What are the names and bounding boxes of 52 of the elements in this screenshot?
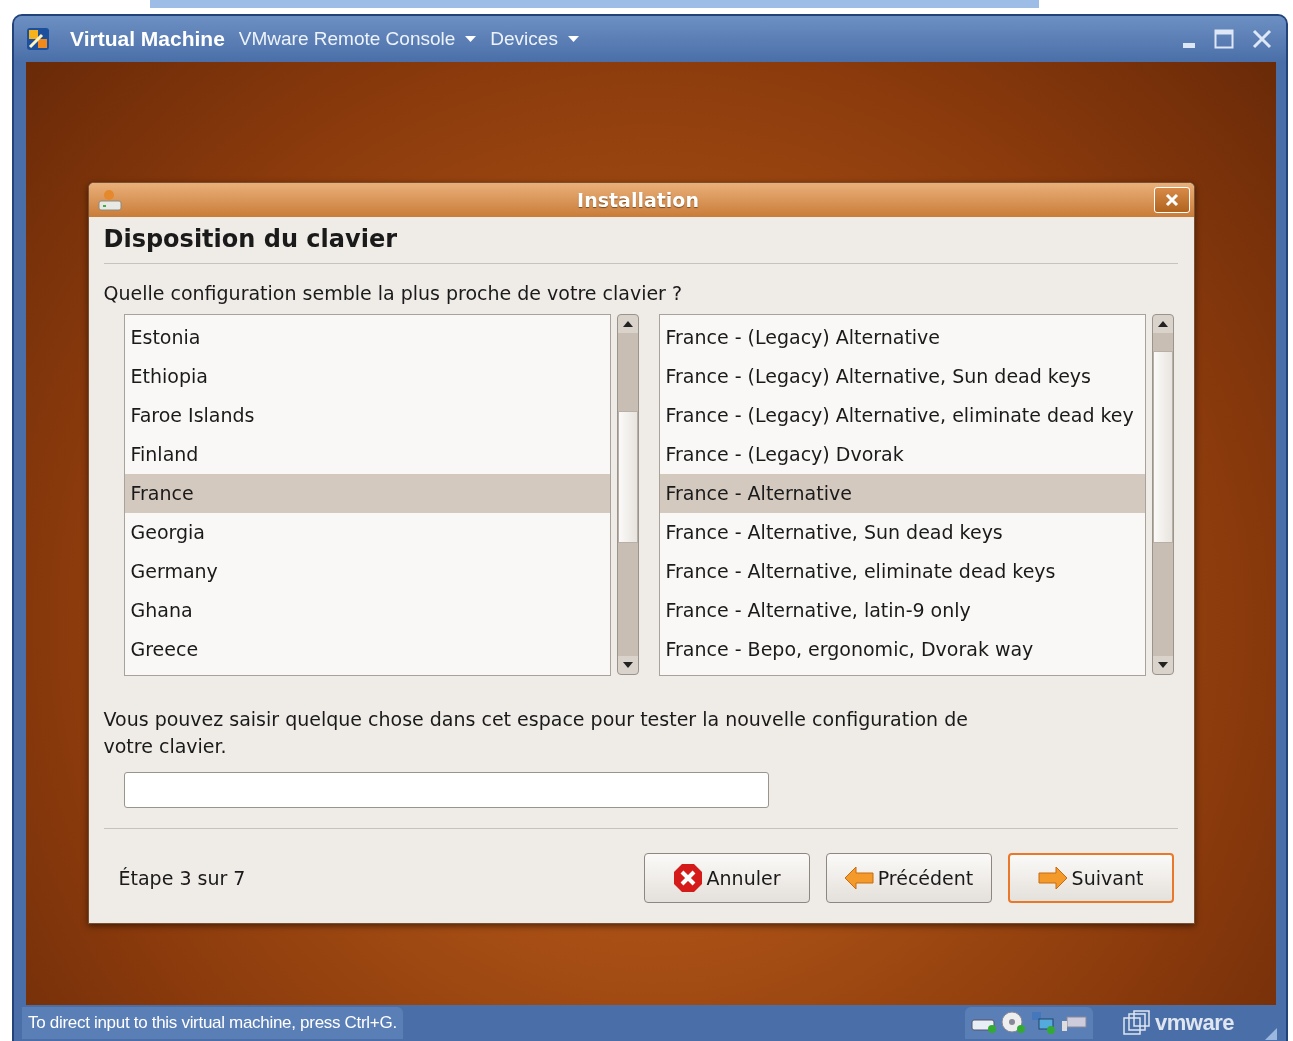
window-title: Virtual Machine xyxy=(70,27,225,51)
dialog-button[interactable]: Suivant xyxy=(1007,853,1174,903)
list-item[interactable]: France - Alternative, eliminate dead keys xyxy=(659,552,1145,591)
caret-icon xyxy=(465,35,477,43)
menu-button[interactable]: VMware Remote Console xyxy=(238,28,477,50)
cd-icon[interactable] xyxy=(1001,1011,1028,1035)
list-item[interactable]: Ethiopia xyxy=(124,357,610,396)
test-prompt-text: Vous pouvez saisir quelque chose dans cet espace pour tester la nouvelle configuration de votre clavier. xyxy=(103,707,969,759)
menu-button[interactable]: Devices xyxy=(490,28,579,50)
scroll-thumb[interactable] xyxy=(617,411,638,543)
vmware-logo-icon xyxy=(1123,1010,1152,1036)
app-icon xyxy=(26,27,50,51)
scroll-thumb[interactable] xyxy=(1152,351,1173,543)
list-item[interactable]: France xyxy=(124,474,610,513)
right-arrow-icon xyxy=(1037,866,1068,890)
list-item[interactable]: Finland xyxy=(124,435,610,474)
close-button[interactable] xyxy=(1153,187,1190,213)
list-item[interactable]: France - (Legacy) Alternative xyxy=(659,318,1145,357)
cancel-icon xyxy=(672,863,703,893)
question-text: Quelle configuration semble la plus proche de votre clavier ? xyxy=(103,282,684,304)
dialog-button[interactable]: Précédent xyxy=(825,853,992,903)
list-item[interactable]: France - (Legacy) Dvorak xyxy=(659,435,1145,474)
installer-icon xyxy=(96,188,123,212)
brand-logo-text: vmware xyxy=(1155,1010,1234,1036)
list-item[interactable]: France - Bepo, ergonomic, Dvorak way xyxy=(659,630,1145,669)
list-item[interactable]: Germany xyxy=(124,552,610,591)
list-item[interactable]: France - Alternative, Sun dead keys xyxy=(659,513,1145,552)
scrollbar[interactable] xyxy=(616,314,639,675)
keyboard-icon[interactable] xyxy=(1061,1013,1088,1033)
step-indicator: Étape 3 sur 7 xyxy=(118,867,246,889)
list-item[interactable]: Georgia xyxy=(124,513,610,552)
maximize-icon[interactable] xyxy=(1214,29,1234,49)
list-item[interactable]: France - Alternative xyxy=(659,474,1145,513)
dialog-button[interactable]: Annuler xyxy=(643,853,810,903)
scrollbar[interactable] xyxy=(1151,314,1174,675)
list-item[interactable]: France - (Legacy) Alternative, Sun dead keys xyxy=(659,357,1145,396)
resize-grip-icon[interactable] xyxy=(1264,1027,1278,1041)
list-item[interactable]: Greece xyxy=(124,630,610,669)
close-icon xyxy=(1164,193,1179,207)
status-text: To direct input to this virtual machine, press Ctrl+G. xyxy=(22,1007,403,1039)
list-item[interactable]: France - (Legacy) Alternative, eliminate dead key xyxy=(659,396,1145,435)
page-heading: Disposition du clavier xyxy=(103,225,398,253)
test-input-field[interactable] xyxy=(123,772,769,808)
close-icon[interactable] xyxy=(1252,29,1272,49)
dialog-title: Installation xyxy=(576,189,700,211)
list-item[interactable]: France - Alternative, latin-9 only xyxy=(659,591,1145,630)
list-item[interactable]: Faroe Islands xyxy=(124,396,610,435)
list-item[interactable]: Ghana xyxy=(124,591,610,630)
caret-icon xyxy=(567,35,579,43)
left-arrow-icon xyxy=(843,866,874,890)
list-item[interactable]: Estonia xyxy=(124,318,610,357)
network-icon[interactable] xyxy=(1031,1011,1058,1035)
